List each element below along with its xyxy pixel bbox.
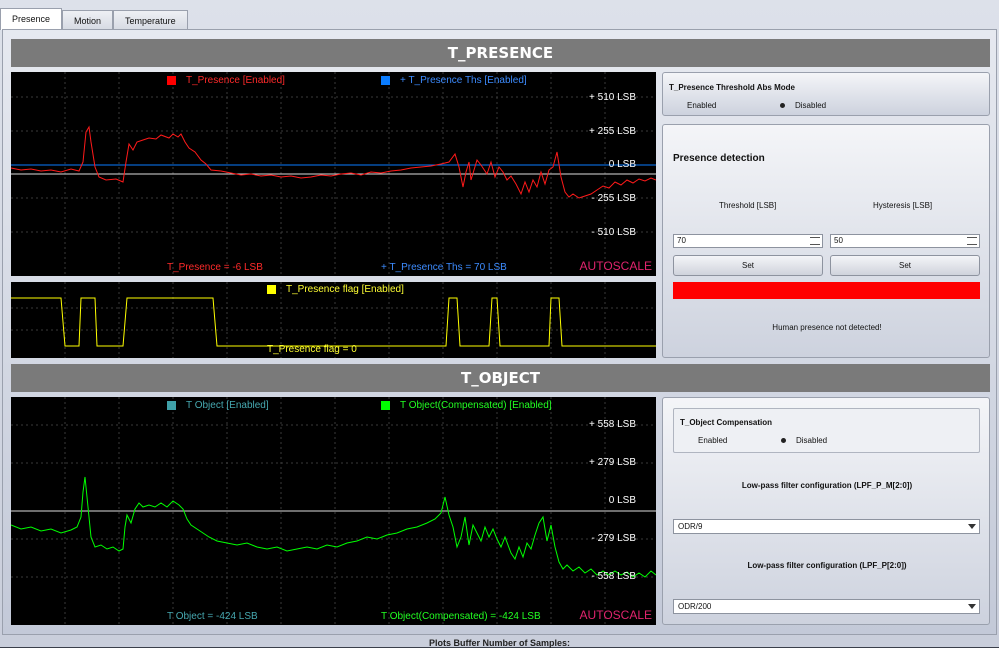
legend-label: T_Presence [Enabled]: [186, 75, 285, 86]
presence-status-text: Human presence not detected!: [772, 323, 882, 332]
object-plot-canvas: [11, 397, 656, 625]
threshold-spin-icon[interactable]: [810, 237, 820, 245]
tab-temperature[interactable]: Temperature: [113, 10, 188, 30]
legend-swatch: [381, 401, 390, 410]
object-compensated-readout: T Object(Compensated) = -424 LSB: [381, 611, 541, 622]
legend-label: T Object(Compensated) [Enabled]: [400, 400, 552, 411]
legend-label: T Object [Enabled]: [186, 400, 269, 411]
presence-legend-1: T_Presence [Enabled]: [167, 75, 285, 86]
object-ytick-2: + 279 LSB: [589, 457, 636, 468]
compensation-enabled-radio[interactable]: Enabled: [698, 436, 727, 445]
tab-motion[interactable]: Motion: [62, 10, 114, 30]
legend-swatch: [167, 76, 176, 85]
presence-section-header: T_PRESENCE: [11, 39, 990, 67]
object-legend-1: T Object [Enabled]: [167, 400, 269, 411]
radio-selected-dot: [781, 438, 786, 443]
lpf1-select[interactable]: ODR/9: [673, 519, 980, 534]
set-hysteresis-button[interactable]: Set: [830, 255, 980, 276]
compensation-mode-box: T_Object Compensation Enabled Disabled: [673, 408, 980, 453]
object-ytick-4: - 279 LSB: [591, 533, 636, 544]
threshold-mode-title: T_Presence Threshold Abs Mode: [669, 83, 795, 92]
object-ytick-5: - 558 LSB: [591, 571, 636, 582]
threshold-input-value: 70: [677, 236, 686, 245]
compensation-title: T_Object Compensation: [680, 418, 773, 427]
presence-detection-panel: Presence detection Threshold [LSB] Hyste…: [662, 124, 990, 358]
hysteresis-input-value: 50: [834, 236, 843, 245]
radio-selected-dot: [780, 103, 785, 108]
threshold-mode-enabled-radio[interactable]: Enabled: [687, 101, 716, 110]
radio-label: Disabled: [795, 101, 827, 110]
presence-ytick-5: - 510 LSB: [591, 227, 636, 238]
radio-label: Enabled: [687, 101, 717, 110]
presence-plot[interactable]: T_Presence [Enabled] + T_Presence Ths [E…: [11, 72, 656, 276]
hysteresis-label: Hysteresis [LSB]: [873, 201, 933, 210]
object-ytick-1: + 558 LSB: [589, 419, 636, 430]
legend-swatch: [381, 76, 390, 85]
chevron-down-icon: [968, 524, 976, 529]
threshold-input[interactable]: 70: [673, 234, 823, 248]
presence-autoscale-button[interactable]: AUTOSCALE: [580, 259, 652, 273]
presence-flag-plot[interactable]: T_Presence flag [Enabled] T_Presence fla…: [11, 282, 656, 358]
radio-label: Disabled: [796, 436, 828, 445]
lpf1-select-value: ODR/9: [678, 522, 703, 531]
lpf2-select-value: ODR/200: [678, 602, 712, 611]
object-legend-2: T Object(Compensated) [Enabled]: [381, 400, 552, 411]
hysteresis-spin-icon[interactable]: [967, 237, 977, 245]
presence-tab-pane: T_PRESENCE T_Presence [Enabled] + T_Pres…: [2, 29, 997, 635]
tab-presence[interactable]: Presence: [0, 8, 63, 30]
threshold-mode-disabled-radio[interactable]: Disabled: [780, 101, 826, 110]
threshold-mode-panel: T_Presence Threshold Abs Mode Enabled Di…: [662, 72, 990, 116]
hysteresis-input[interactable]: 50: [830, 234, 980, 248]
object-plot[interactable]: T Object [Enabled] T Object(Compensated)…: [11, 397, 656, 625]
flag-readout: T_Presence flag = 0: [267, 344, 357, 355]
legend-swatch: [267, 285, 276, 294]
presence-value-readout: T_Presence = -6 LSB: [167, 262, 263, 273]
presence-series-line: [11, 125, 656, 199]
threshold-label: Threshold [LSB]: [719, 201, 777, 210]
presence-ytick-4: - 255 LSB: [591, 193, 636, 204]
object-readout: T Object = -424 LSB: [167, 611, 258, 622]
app-window: Presence Motion Temperature T_PRESENCE T…: [0, 0, 999, 648]
presence-detection-title: Presence detection: [673, 153, 765, 164]
presence-ytick-1: + 510 LSB: [589, 92, 636, 103]
lpf2-label: Low-pass filter configuration (LPF_P[2:0…: [747, 561, 907, 570]
presence-ytick-3: 0 LSB: [608, 159, 636, 170]
object-compensated-line: [11, 476, 656, 578]
object-autoscale-button[interactable]: AUTOSCALE: [580, 608, 652, 622]
presence-plot-canvas: [11, 72, 656, 276]
tab-bar: Presence Motion Temperature: [0, 8, 188, 30]
compensation-disabled-radio[interactable]: Disabled: [781, 436, 827, 445]
radio-label: Enabled: [698, 436, 728, 445]
object-ytick-3: 0 LSB: [608, 495, 636, 506]
flag-legend: T_Presence flag [Enabled]: [267, 284, 404, 295]
legend-label: T_Presence flag [Enabled]: [286, 284, 404, 295]
chevron-down-icon: [968, 604, 976, 609]
presence-flag-line: [11, 297, 656, 347]
legend-swatch: [167, 401, 176, 410]
presence-indicator-bar: [673, 282, 980, 299]
object-section-header: T_OBJECT: [11, 364, 990, 392]
compensation-panel: T_Object Compensation Enabled Disabled L…: [662, 397, 990, 625]
presence-threshold-readout: + T_Presence Ths = 70 LSB: [381, 262, 507, 273]
lpf2-select[interactable]: ODR/200: [673, 599, 980, 614]
presence-legend-2: + T_Presence Ths [Enabled]: [381, 75, 527, 86]
presence-ytick-2: + 255 LSB: [589, 126, 636, 137]
set-threshold-button[interactable]: Set: [673, 255, 823, 276]
lpf1-label: Low-pass filter configuration (LPF_P_M[2…: [741, 481, 913, 490]
legend-label: + T_Presence Ths [Enabled]: [400, 75, 527, 86]
